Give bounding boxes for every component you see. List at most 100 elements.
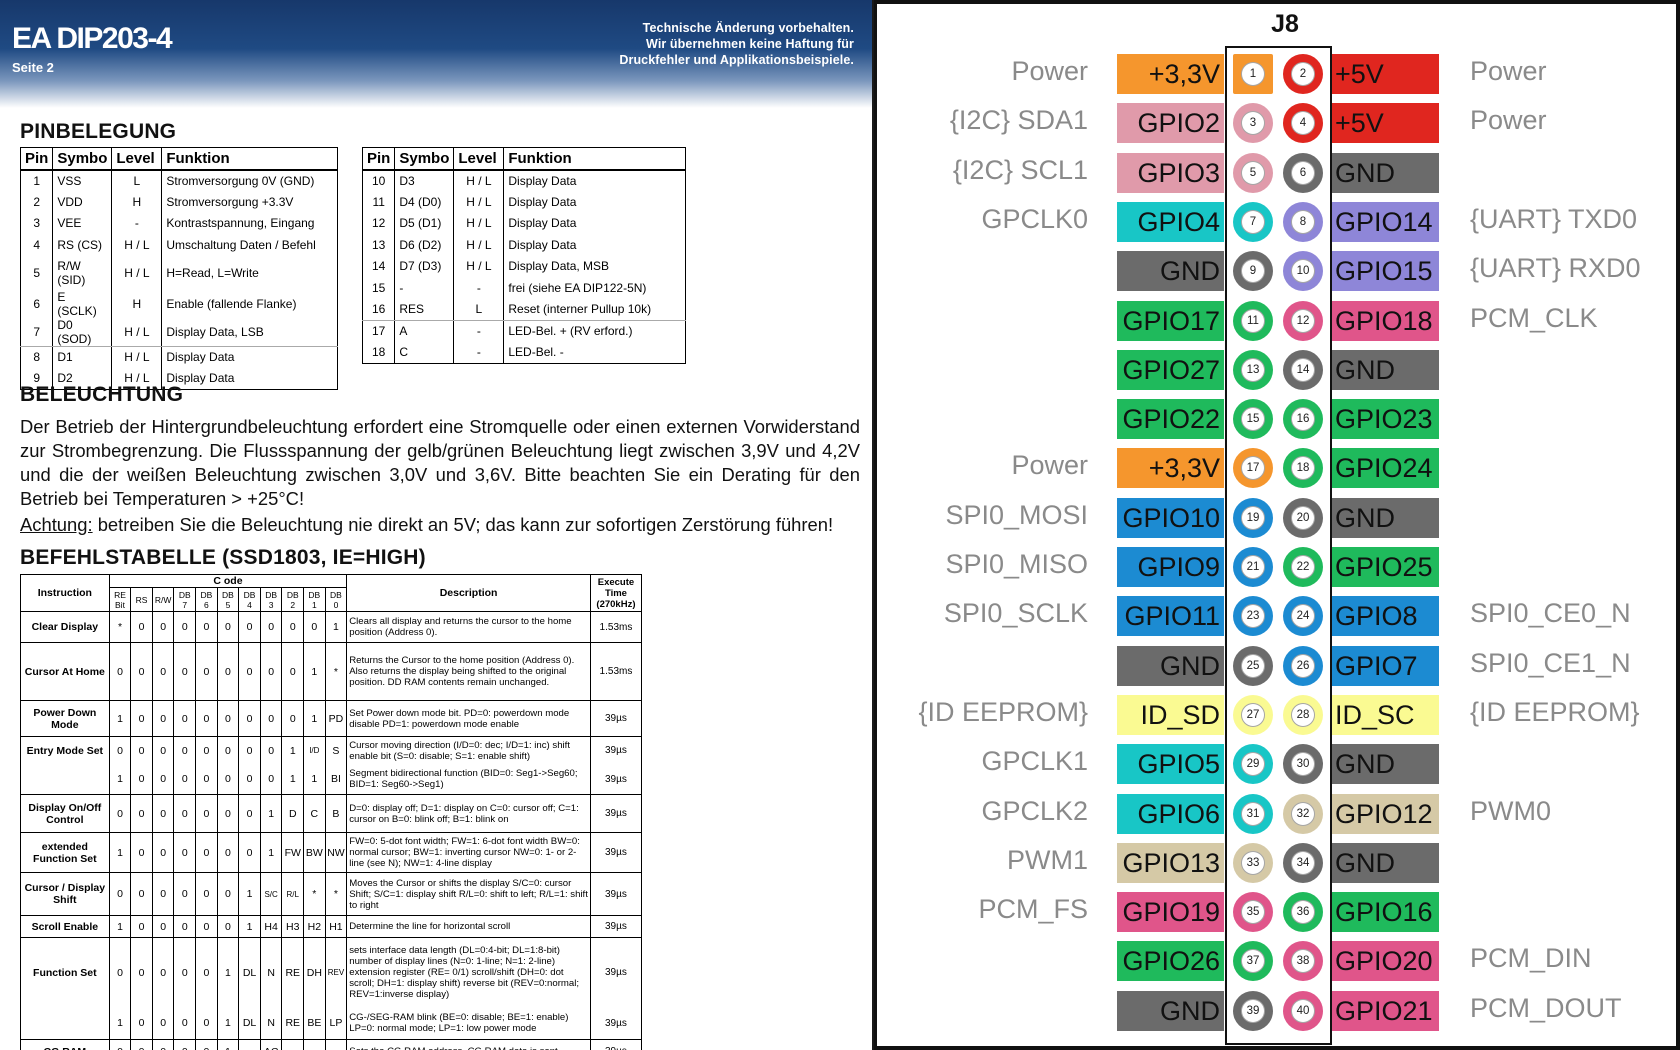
- code-bit: 0: [130, 611, 153, 643]
- execute-time: 39µs: [589, 764, 642, 795]
- pin-annotation-left: PWM1: [1007, 844, 1088, 875]
- code-bit: 1: [281, 764, 305, 795]
- pin-annotation-right: PCM_CLK: [1470, 302, 1598, 333]
- instruction-description: Clears all display and returns the curso…: [346, 611, 591, 643]
- pin-number-label: 28: [1291, 702, 1315, 727]
- command-table-wrap: Instruction C ode Description Execute Time …: [20, 574, 642, 1050]
- pin-label-left: GPIO11: [1117, 596, 1224, 637]
- command-row: Entry Mode Set 0 0 0 0 0 0 0 0 1 I/D S Cursor moving…: [20, 736, 642, 765]
- execute-time: 39µs: [589, 832, 642, 873]
- code-bit: 0: [173, 794, 197, 833]
- pin-label-right: GPIO20: [1332, 941, 1439, 982]
- beleuchtung-paragraph: Der Betrieb der Hintergrundbeleuchtung e…: [20, 416, 860, 509]
- execute-time: 39µs: [589, 937, 642, 1008]
- code-bit: 0: [216, 700, 240, 737]
- pin-34: 34: [1283, 842, 1323, 883]
- code-bit: BI: [324, 764, 348, 795]
- pin-number: 3: [19, 212, 54, 234]
- code-bit: 0: [259, 642, 283, 701]
- pin-function: Kontrastspannung, Eingang: [161, 212, 338, 234]
- pin-number-label: 13: [1241, 357, 1265, 382]
- code-bit: 1: [108, 700, 132, 737]
- code-bit: [281, 1039, 305, 1050]
- pin-number-label: 12: [1291, 308, 1315, 333]
- achtung-text: betreiben Sie die Beleuchtung nie direkt…: [92, 514, 834, 535]
- pin-label-right: GND: [1332, 497, 1439, 538]
- pin-symbol: R/W (SID): [52, 255, 113, 290]
- pin-number-label: 25: [1241, 653, 1265, 678]
- code-bit: [303, 1039, 326, 1050]
- pin-number: 1: [19, 169, 54, 191]
- code-bit: DL: [238, 937, 261, 1008]
- code-bit: 1: [303, 700, 326, 737]
- instruction-description: Moves the Cursor or shifts the display S…: [346, 872, 591, 916]
- pin-symbol: VDD: [52, 191, 113, 213]
- pin-number-label: 39: [1241, 998, 1265, 1023]
- pin-annotation-right: PWM0: [1470, 795, 1551, 826]
- pin-function: Stromversorgung +3.3V: [161, 191, 338, 213]
- pin-label-right: GND: [1332, 842, 1439, 883]
- code-bit: *: [324, 872, 348, 916]
- code-bit: 1: [108, 1007, 132, 1040]
- pin-label-right: GPIO15: [1332, 251, 1439, 292]
- code-bit: 0: [173, 872, 197, 916]
- pin-function: Stromversorgung 0V (GND): [161, 169, 338, 191]
- code-bit: 1: [238, 915, 261, 938]
- code-bit: 0: [173, 915, 197, 938]
- code-bit: 0: [195, 937, 218, 1008]
- description-header: Description: [346, 574, 591, 612]
- code-bit: 0: [173, 764, 197, 795]
- code-bit: 1: [108, 764, 132, 795]
- pin-label-right: GPIO14: [1332, 201, 1439, 242]
- code-bit: BW: [303, 832, 326, 873]
- code-bit: S: [324, 736, 348, 765]
- pin-15: 15: [1233, 399, 1273, 440]
- code-bit: 0: [238, 832, 261, 873]
- pin-number-label: 32: [1291, 801, 1315, 826]
- pin-number: 7: [19, 317, 54, 347]
- code-bit: 1: [324, 611, 348, 643]
- pin-number-label: 6: [1291, 160, 1315, 185]
- pin-level: H / L: [453, 191, 505, 213]
- pin-symbol: D4 (D0): [394, 191, 455, 213]
- code-bit: 0: [130, 1039, 153, 1050]
- pin-number-label: 5: [1241, 160, 1265, 185]
- code-bit: 0: [151, 915, 175, 938]
- instruction-name: [20, 764, 110, 795]
- code-bit: 0: [151, 794, 175, 833]
- code-bit: PD: [324, 700, 348, 737]
- pin-symbol: D1: [52, 346, 113, 368]
- pin-7: 7: [1233, 201, 1273, 242]
- pin-number-label: 33: [1241, 850, 1265, 875]
- pin-6: 6: [1283, 152, 1323, 193]
- code-bit: 0: [108, 872, 132, 916]
- code-bit: 0: [151, 872, 175, 916]
- pin-16: 16: [1283, 399, 1323, 440]
- code-bit: 0: [195, 764, 218, 795]
- pin-number: 14: [361, 255, 396, 277]
- code-bit: 0: [303, 611, 326, 643]
- code-bit: 0: [195, 642, 218, 701]
- pin-function: Display Data, LSB: [161, 317, 338, 347]
- instruction-header: Instruction: [20, 574, 110, 612]
- pin-label-left: GND: [1117, 251, 1224, 292]
- command-row: 1 0 0 0 0 1 DL N RE BE LP CG-/SEG-RAM blink (BE=0: …: [20, 1007, 642, 1040]
- code-bit: 1: [108, 832, 132, 873]
- code-bit: 0: [108, 937, 132, 1008]
- bit-header: DB 1: [303, 587, 326, 612]
- pin-annotation-left: Power: [1011, 450, 1088, 481]
- code-bit: 0: [151, 736, 175, 765]
- achtung-note: Achtung: betreiben Sie die Beleuchtung n…: [20, 513, 865, 537]
- instruction-name: Entry Mode Set: [20, 736, 110, 765]
- command-row: Function Set 0 0 0 0 0 1 DL N RE DH REV sets interfa…: [20, 937, 642, 1008]
- pin-level: H: [111, 191, 163, 213]
- code-bit: 0: [238, 736, 261, 765]
- pin-annotation-right: Power: [1470, 105, 1547, 136]
- command-header-row: Instruction C ode Description Execute Time …: [20, 574, 642, 612]
- pin-annotation-left: {I2C} SCL1: [952, 154, 1088, 185]
- pin-level: H / L: [111, 346, 163, 368]
- pin-function: Display Data: [161, 367, 338, 390]
- pin-number: 16: [361, 298, 396, 321]
- beleuchtung-heading: BELEUCHTUNG: [20, 383, 184, 406]
- code-bit: 1: [216, 1039, 240, 1050]
